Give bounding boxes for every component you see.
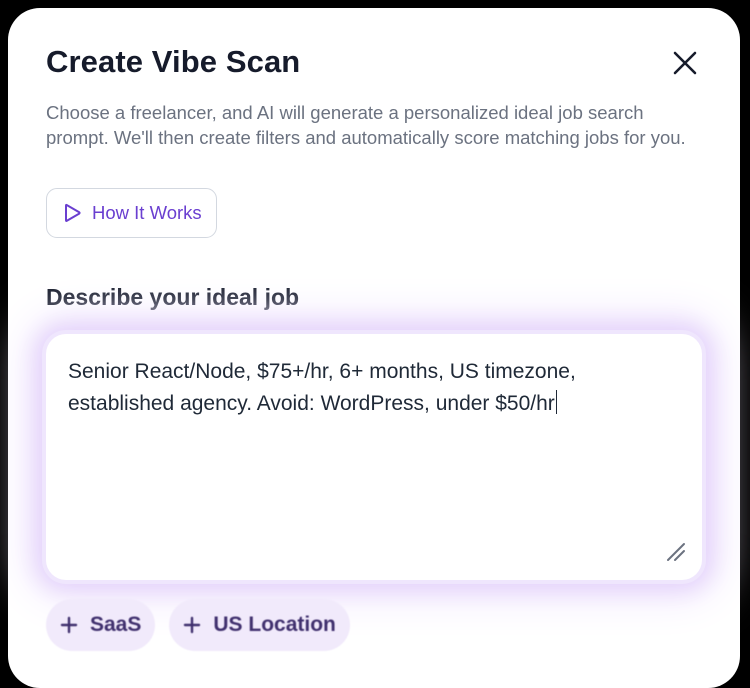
chip-saas-label: SaaS	[90, 613, 142, 636]
create-vibe-scan-modal: Create Vibe Scan Choose a freelancer, an…	[8, 8, 740, 688]
close-button[interactable]	[668, 46, 702, 80]
play-icon	[65, 203, 81, 222]
text-caret	[555, 390, 558, 414]
how-it-works-label: How It Works	[92, 202, 202, 223]
modal-description: Choose a freelancer, and AI will generat…	[46, 102, 686, 148]
ideal-job-label: Describe your ideal job	[46, 284, 300, 310]
chip-us-location-label: US Location	[213, 613, 336, 636]
chip-saas[interactable]: SaaS	[46, 599, 156, 651]
ideal-job-textarea[interactable]: Senior React/Node, $75+/hr, 6+ months, U…	[46, 334, 702, 580]
plus-icon	[60, 616, 78, 634]
suggestion-chips: SaaS US Location	[46, 599, 350, 651]
chip-us-location[interactable]: US Location	[169, 599, 350, 651]
ideal-job-text: Senior React/Node, $75+/hr, 6+ months, U…	[68, 360, 582, 415]
modal-title: Create Vibe Scan	[46, 44, 301, 79]
how-it-works-button[interactable]: How It Works	[46, 188, 217, 238]
plus-icon	[184, 616, 201, 634]
resize-handle-icon[interactable]	[664, 540, 686, 562]
close-icon	[673, 51, 697, 75]
